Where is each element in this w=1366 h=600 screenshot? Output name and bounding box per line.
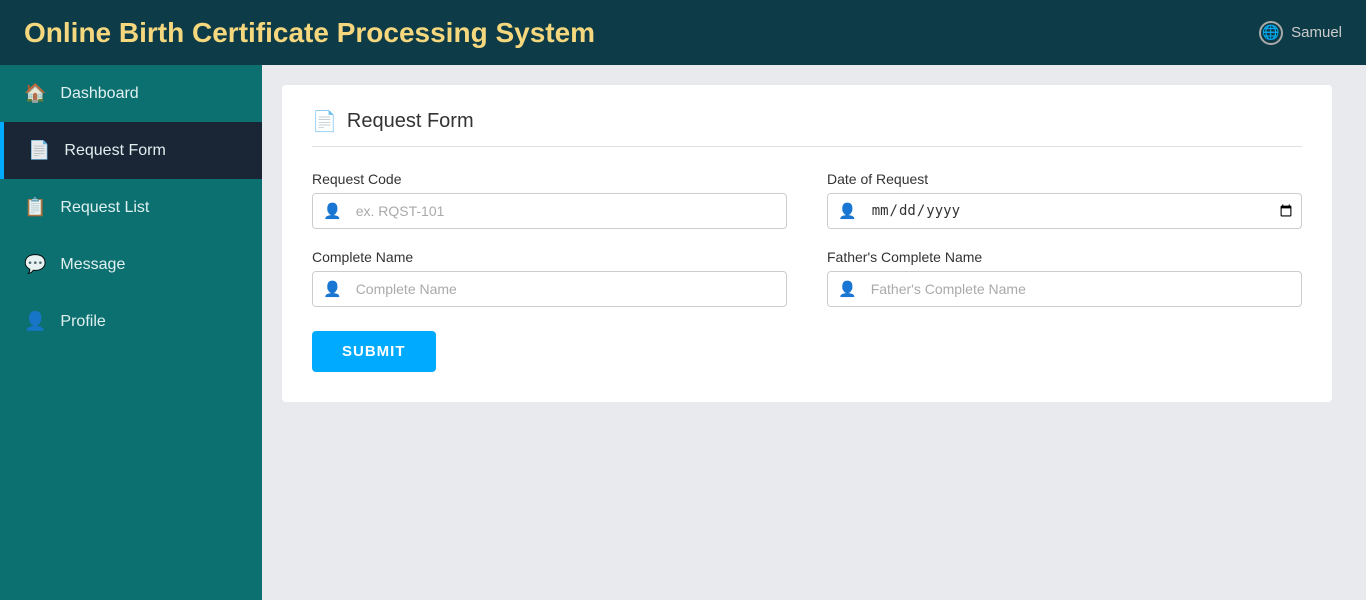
sidebar-label-dashboard: Dashboard — [60, 85, 138, 103]
complete-name-label: Complete Name — [312, 249, 787, 265]
request-code-input-wrapper: 👤 — [312, 193, 787, 229]
sidebar-item-message[interactable]: 💬 Message — [0, 236, 262, 293]
sidebar: 🏠 Dashboard 📄 Request Form 📋 Request Lis… — [0, 65, 262, 600]
fathers-name-label: Father's Complete Name — [827, 249, 1302, 265]
form-card: 📄 Request Form Request Code 👤 Date of Re… — [282, 85, 1332, 402]
complete-name-icon: 👤 — [313, 272, 352, 306]
request-code-icon: 👤 — [313, 194, 352, 228]
date-icon: 👤 — [828, 194, 867, 228]
fathers-name-input[interactable] — [867, 273, 1301, 305]
submit-button[interactable]: SUBMIT — [312, 331, 436, 372]
sidebar-label-request-form: Request Form — [64, 142, 165, 160]
fathers-name-input-wrapper: 👤 — [827, 271, 1302, 307]
app-title: Online Birth Certificate Processing Syst… — [24, 17, 595, 49]
complete-name-input-wrapper: 👤 — [312, 271, 787, 307]
chat-icon: 💬 — [24, 254, 46, 275]
sidebar-item-profile[interactable]: 👤 Profile — [0, 293, 262, 350]
form-title: 📄 Request Form — [312, 109, 1302, 147]
date-of-request-group: Date of Request 👤 — [827, 171, 1302, 229]
sidebar-label-request-list: Request List — [60, 199, 149, 217]
fathers-name-group: Father's Complete Name 👤 — [827, 249, 1302, 307]
user-icon: 👤 — [24, 311, 46, 332]
complete-name-group: Complete Name 👤 — [312, 249, 787, 307]
sidebar-item-request-form[interactable]: 📄 Request Form — [0, 122, 262, 179]
app-header: Online Birth Certificate Processing Syst… — [0, 0, 1366, 65]
main-content: 📄 Request Form Request Code 👤 Date of Re… — [262, 65, 1366, 600]
file-icon: 📄 — [28, 140, 50, 161]
sidebar-label-profile: Profile — [60, 313, 105, 331]
date-of-request-input[interactable] — [867, 194, 1301, 228]
form-title-text: Request Form — [347, 110, 474, 133]
form-grid: Request Code 👤 Date of Request 👤 — [312, 171, 1302, 307]
user-info: 🌐 Samuel — [1259, 21, 1342, 45]
home-icon: 🏠 — [24, 83, 46, 104]
date-of-request-input-wrapper: 👤 — [827, 193, 1302, 229]
globe-icon: 🌐 — [1259, 21, 1283, 45]
username: Samuel — [1291, 24, 1342, 41]
date-of-request-label: Date of Request — [827, 171, 1302, 187]
main-layout: 🏠 Dashboard 📄 Request Form 📋 Request Lis… — [0, 65, 1366, 600]
fathers-name-icon: 👤 — [828, 272, 867, 306]
request-code-label: Request Code — [312, 171, 787, 187]
sidebar-label-message: Message — [60, 256, 125, 274]
request-code-group: Request Code 👤 — [312, 171, 787, 229]
sidebar-item-request-list[interactable]: 📋 Request List — [0, 179, 262, 236]
complete-name-input[interactable] — [352, 273, 786, 305]
sidebar-item-dashboard[interactable]: 🏠 Dashboard — [0, 65, 262, 122]
list-icon: 📋 — [24, 197, 46, 218]
request-code-input[interactable] — [352, 195, 786, 227]
form-doc-icon: 📄 — [312, 109, 337, 134]
